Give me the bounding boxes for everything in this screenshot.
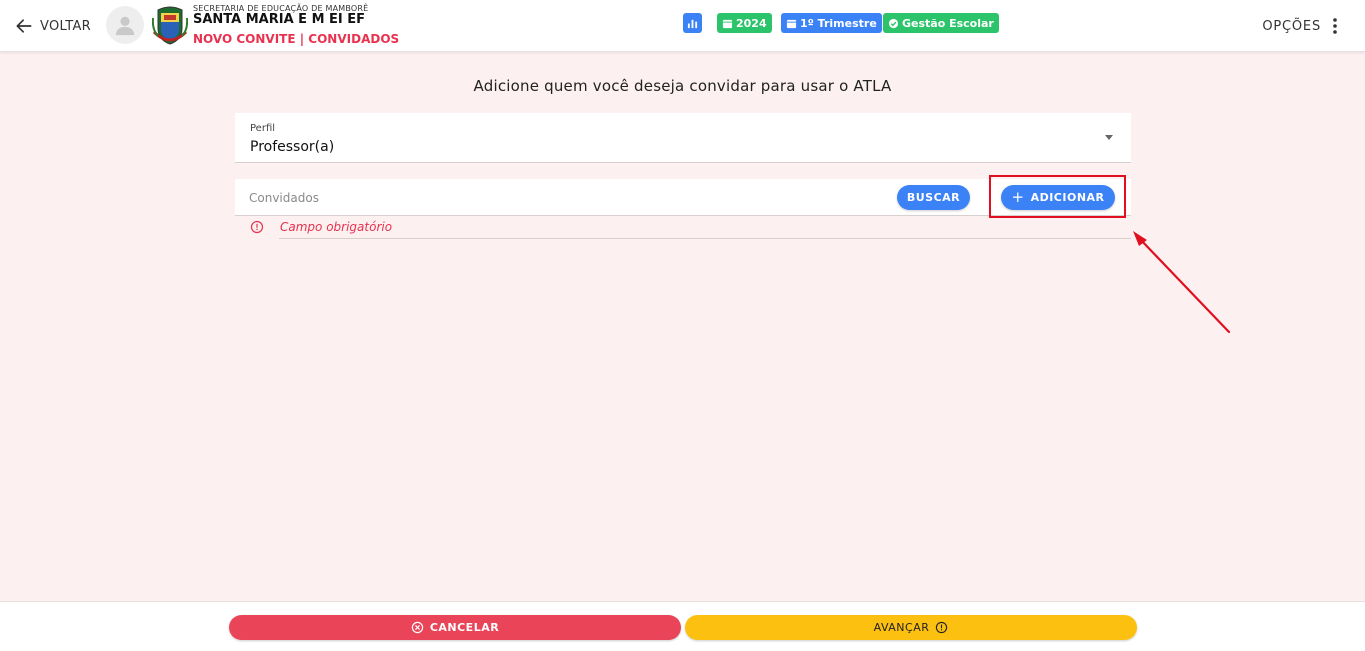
page-subtitle: NOVO CONVITE | CONVIDADOS	[193, 32, 400, 46]
caret-down-icon	[1105, 135, 1113, 140]
profile-select[interactable]: Perfil Professor(a)	[235, 113, 1131, 163]
school-name: SANTA MARIA E M EI EF	[193, 12, 366, 27]
back-label: VOLTAR	[40, 18, 92, 34]
stats-chip[interactable]	[683, 13, 702, 33]
cancel-label: CANCELAR	[429, 621, 500, 634]
more-vertical-icon	[1333, 18, 1337, 34]
alert-circle-icon	[936, 621, 948, 634]
year-label: 2024	[736, 16, 767, 30]
user-icon	[115, 16, 135, 36]
term-chip[interactable]: 1º Trimestre	[781, 13, 882, 33]
close-circle-icon	[411, 621, 424, 634]
options-label: OPÇÕES	[1262, 18, 1321, 34]
search-button[interactable]: BUSCAR	[897, 185, 970, 210]
annotation-highlight-box	[989, 175, 1126, 218]
arrow-left-icon	[16, 19, 32, 33]
year-chip[interactable]: 2024	[717, 13, 772, 33]
module-label: Gestão Escolar	[902, 16, 994, 30]
alert-circle-icon	[250, 220, 264, 234]
calendar-icon	[722, 19, 733, 28]
bottom-bar	[0, 601, 1365, 651]
municipal-crest-icon	[152, 6, 188, 45]
error-message: Campo obrigatório	[280, 220, 393, 234]
next-button[interactable]: AVANÇAR	[685, 615, 1137, 640]
error-underline	[279, 238, 1131, 239]
options-menu-button[interactable]: OPÇÕES	[1262, 16, 1343, 36]
check-circle-icon	[888, 18, 899, 28]
avatar[interactable]	[106, 6, 144, 44]
next-label: AVANÇAR	[873, 621, 930, 634]
profile-label: Perfil	[250, 123, 276, 134]
top-bar: VOLTAR SECRETARIA DE EDUCAÇÃO DE MAMBORÊ…	[0, 0, 1365, 52]
module-chip[interactable]: Gestão Escolar	[883, 13, 999, 33]
back-button[interactable]: VOLTAR	[14, 15, 91, 37]
page-title: Adicione quem você deseja convidar para …	[473, 77, 892, 95]
required-field-error: Campo obrigatório	[250, 220, 392, 234]
bar-chart-icon	[687, 19, 698, 28]
cancel-button[interactable]: CANCELAR	[229, 615, 681, 640]
school-identity: SECRETARIA DE EDUCAÇÃO DE MAMBORÊ SANTA …	[193, 4, 399, 47]
annotation-arrow-icon	[1133, 231, 1231, 334]
calendar-icon	[786, 19, 797, 28]
guests-input[interactable]	[249, 188, 849, 208]
term-label: 1º Trimestre	[800, 16, 877, 30]
profile-value: Professor(a)	[250, 139, 335, 155]
